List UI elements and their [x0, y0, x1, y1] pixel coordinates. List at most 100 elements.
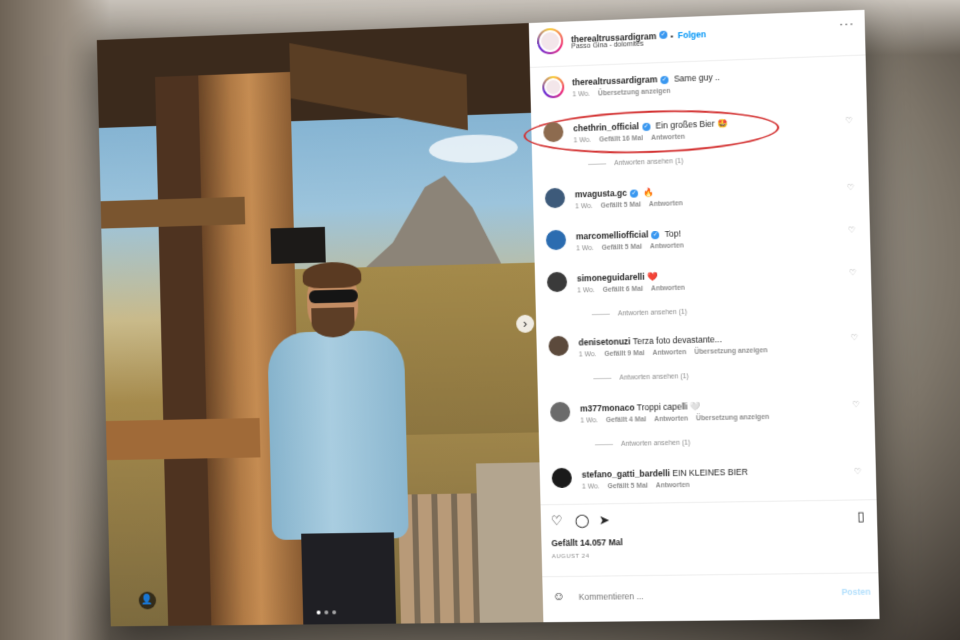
user-tag-icon[interactable]: 👤: [138, 591, 157, 610]
heart-icon[interactable]: ♡: [852, 400, 860, 409]
wall-lamp: [270, 226, 326, 264]
likes-count[interactable]: Gefällt 14.057 Mal: [551, 537, 623, 548]
translate-link[interactable]: Übersetzung anzeigen: [696, 414, 769, 422]
comment-time[interactable]: 1 Wo.: [576, 245, 594, 253]
comment-meta: 1 Wo. Gefällt 4 Mal Antworten Übersetzun…: [580, 414, 775, 425]
comment-time[interactable]: 1 Wo.: [575, 203, 593, 211]
share-icon[interactable]: ➤: [599, 512, 610, 528]
comment-likes[interactable]: Gefällt 6 Mal: [603, 286, 643, 294]
comment-item: mvagusta.gc ✓ 🔥 1 Wo. Gefällt 5 Mal Antwo…: [533, 178, 869, 210]
comment-likes[interactable]: Gefällt 9 Mal: [604, 350, 644, 358]
author-avatar[interactable]: [536, 27, 564, 55]
comment-meta: 1 Wo. Gefällt 5 Mal Antworten: [575, 200, 689, 210]
comment-avatar[interactable]: [549, 401, 571, 423]
view-replies[interactable]: Antworten ansehen (1): [588, 158, 683, 168]
comment-username[interactable]: therealtrussardigram: [572, 74, 658, 87]
post-location[interactable]: Passo Gina - dolomites: [571, 41, 644, 51]
more-icon[interactable]: ···: [839, 16, 855, 31]
comment-item: marcomelliofficial ✓ Top! 1 Wo. Gefällt 5…: [534, 221, 870, 252]
post-comment-button[interactable]: Posten: [841, 587, 870, 597]
heart-icon[interactable]: ♡: [851, 333, 859, 342]
view-replies-label: Antworten ansehen (1): [614, 157, 684, 168]
reply-button[interactable]: Antworten: [654, 415, 688, 423]
comment-item: therealtrussardigram ✓ Same guy .. 1 Wo. …: [530, 65, 866, 99]
comment-likes[interactable]: Gefällt 5 Mal: [602, 244, 642, 252]
pants: [301, 532, 397, 625]
view-replies[interactable]: Antworten ansehen (1): [591, 308, 688, 318]
comment-avatar[interactable]: [551, 467, 573, 489]
comment-likes[interactable]: Gefällt 4 Mal: [606, 416, 646, 424]
comment-avatar[interactable]: [548, 335, 569, 357]
comment-likes[interactable]: Gefällt 16 Mal: [599, 135, 643, 143]
bookmark-icon[interactable]: ▯: [857, 508, 865, 524]
translate-link[interactable]: Übersetzung anzeigen: [694, 347, 767, 356]
heart-icon[interactable]: ♡: [845, 116, 853, 125]
comment-text: ❤️: [646, 271, 658, 282]
comment-meta: 1 Wo. Gefällt 6 Mal Antworten: [577, 285, 691, 295]
stone-wall: [475, 462, 544, 623]
comment-username[interactable]: denisetonuzi: [578, 336, 630, 347]
reply-button[interactable]: Antworten: [650, 242, 684, 250]
comment-item: denisetonuzi Terza foto devastante... 1 …: [536, 329, 872, 359]
heart-icon[interactable]: ♡: [854, 467, 862, 476]
comment-text-line: denisetonuzi Terza foto devastante...: [578, 331, 852, 347]
comment-time[interactable]: 1 Wo.: [572, 91, 590, 99]
verified-icon: ✓: [659, 30, 668, 39]
comment-avatar[interactable]: [545, 229, 567, 251]
background-blur-left: [0, 0, 110, 640]
man-figure: [266, 261, 431, 625]
reply-button[interactable]: Antworten: [649, 200, 683, 208]
heart-icon[interactable]: ♡: [848, 225, 856, 234]
comment-text: Same guy ..: [673, 71, 720, 84]
comment-likes[interactable]: Gefällt 5 Mal: [601, 201, 641, 209]
reply-button[interactable]: Antworten: [651, 285, 685, 293]
comment-username[interactable]: chethrin_official: [573, 121, 639, 133]
post-actions: ♡ ◯ ➤ ▯: [540, 499, 878, 530]
comment-icon[interactable]: ◯: [575, 513, 590, 529]
translate-link[interactable]: Übersetzung anzeigen: [598, 88, 671, 98]
carousel-dot: [324, 610, 329, 615]
comment-username[interactable]: simoneguidarelli: [577, 272, 645, 284]
comment-item: stefano_gatti_bardelli EIN KLEINES BIER …: [540, 463, 876, 491]
comment-avatar[interactable]: [546, 271, 568, 293]
carousel-dot: [332, 610, 337, 615]
view-replies[interactable]: Antworten ansehen (1): [594, 440, 690, 449]
comment-text: Ein großes Bier 🤩: [655, 118, 728, 131]
comment-username[interactable]: mvagusta.gc: [575, 188, 627, 200]
comment-time[interactable]: 1 Wo.: [577, 287, 595, 294]
comment-text-line: mvagusta.gc ✓ 🔥: [575, 181, 849, 201]
comment-time[interactable]: 1 Wo.: [582, 483, 600, 490]
comment-meta: 1 Wo. Gefällt 9 Mal Antworten Übersetzun…: [579, 347, 774, 358]
hair: [302, 261, 362, 289]
comment-meta: 1 Wo. Übersetzung anzeigen: [572, 88, 676, 99]
follow-button[interactable]: Folgen: [678, 29, 706, 40]
heart-icon[interactable]: ♡: [551, 513, 563, 529]
comment-time[interactable]: 1 Wo.: [579, 351, 597, 358]
comment-input[interactable]: [576, 584, 804, 607]
comment-meta: 1 Wo. Gefällt 5 Mal Antworten: [582, 482, 696, 491]
view-replies-label: Antworten ansehen (1): [617, 308, 688, 318]
post-side-panel: therealtrussardigram ✓ • Folgen Passo Gina…: [523, 9, 880, 624]
reply-button[interactable]: Antworten: [656, 482, 690, 490]
post-photo[interactable]: › 👤: [96, 23, 544, 627]
reply-button[interactable]: Antworten: [652, 349, 686, 357]
view-replies[interactable]: Antworten ansehen (1): [593, 373, 689, 382]
sunglasses: [308, 289, 358, 304]
reply-button[interactable]: Antworten: [651, 134, 685, 142]
comment-username[interactable]: marcomelliofficial: [576, 229, 649, 241]
comment-meta: 1 Wo. Gefällt 5 Mal Antworten: [576, 242, 690, 252]
shirt: [267, 329, 409, 541]
verified-icon: ✓: [629, 189, 639, 198]
verified-icon: ✓: [641, 122, 651, 131]
comment-avatar[interactable]: [542, 75, 565, 99]
comment-avatar[interactable]: [544, 187, 566, 209]
heart-icon[interactable]: ♡: [847, 183, 855, 192]
emoji-icon[interactable]: ☺: [553, 589, 566, 603]
comment-username[interactable]: m377monaco: [580, 402, 635, 413]
comment-username[interactable]: stefano_gatti_bardelli: [582, 468, 670, 480]
comment-time[interactable]: 1 Wo.: [573, 137, 591, 145]
heart-icon[interactable]: ♡: [849, 268, 857, 277]
comment-time[interactable]: 1 Wo.: [580, 417, 598, 424]
verified-icon: ✓: [651, 230, 660, 240]
comment-likes[interactable]: Gefällt 5 Mal: [607, 483, 647, 491]
